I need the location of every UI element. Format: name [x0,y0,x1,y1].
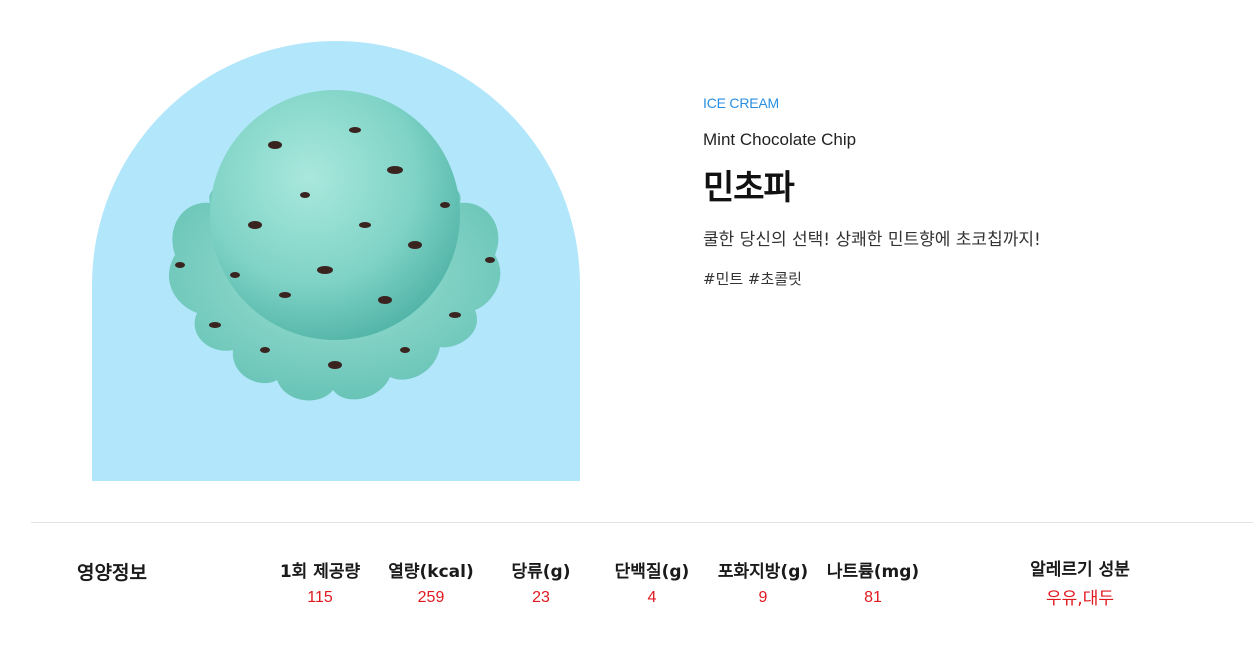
nutrition-sodium: 나트륨(mg) 81 [813,557,933,607]
nutrition-value: 259 [417,589,445,606]
nutrition-value: 115 [307,589,333,606]
nutrition-protein: 단백질(g) 4 [592,557,712,607]
nutrition-value: 4 [647,589,657,606]
nutrition-label: 1회 제공량 [279,562,361,582]
product-english-name: Mint Chocolate Chip [703,130,857,149]
allergy-value: 우유,대두 [1046,589,1114,609]
nutrition-value: 9 [758,589,768,606]
product-info: ICE CREAM Mint Chocolate Chip 민초파 쿨한 당신의… [703,95,1223,289]
nutrition-label: 단백질(g) [614,562,690,582]
nutrition-label: 열량(kcal) [388,562,474,582]
nutrition-calories: 열량(kcal) 259 [371,557,491,607]
nutrition-saturated-fat: 포화지방(g) 9 [703,557,823,607]
ice-cream-scoop-image [155,85,515,415]
allergy-label: 알레르기 성분 [1030,560,1130,580]
product-description: 쿨한 당신의 선택! 상쾌한 민트향에 초코칩까지! [703,230,1041,250]
section-divider [31,522,1253,523]
product-tags: #민트 #초콜릿 [703,270,802,288]
product-category: ICE CREAM [703,95,779,111]
nutrition-label: 당류(g) [511,562,571,582]
nutrition-sugar: 당류(g) 23 [481,557,601,607]
nutrition-value: 23 [532,589,550,606]
nutrition-label: 나트륨(mg) [826,562,920,582]
product-korean-name: 민초파 [703,168,795,208]
nutrition-title: 영양정보 [77,562,147,584]
nutrition-value: 81 [864,589,882,606]
nutrition-serving: 1회 제공량 115 [260,557,380,607]
nutrition-label: 포화지방(g) [717,562,809,582]
allergy-info: 알레르기 성분 우유,대두 [1010,555,1150,609]
